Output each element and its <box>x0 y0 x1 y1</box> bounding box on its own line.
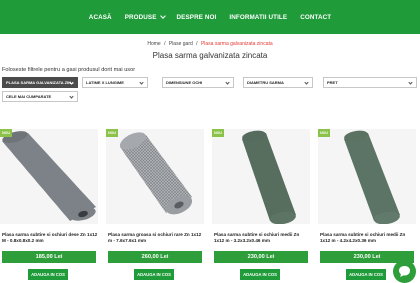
product-image[interactable]: NOU <box>318 129 416 224</box>
nav-label: INFORMATII UTILE <box>229 13 288 21</box>
nav-label: CONTACT <box>300 13 332 21</box>
product-price: 185,00 Lei <box>2 251 96 263</box>
filter-label: DIAMETRU SARMA <box>247 80 284 85</box>
chat-bubble-icon <box>399 266 410 277</box>
chevron-down-icon <box>69 94 74 99</box>
product-price: 260,00 Lei <box>108 251 202 263</box>
breadcrumb-home[interactable]: Home <box>147 41 160 47</box>
nav-label: DESPRE NOI <box>176 13 217 21</box>
new-badge: NOU <box>0 129 12 137</box>
product-title[interactable]: Plasa sarma groasa si ochiuri rare Zn 1x… <box>108 232 204 244</box>
nav-item-produse[interactable]: PRODUSE <box>124 13 166 21</box>
product-title[interactable]: Plasa sarma subtire si ochiuri medii Zn … <box>214 232 310 244</box>
top-navigation-bar: ACASĂ PRODUSE DESPRE NOI INFORMATII UTIL… <box>0 0 420 34</box>
product-price: 230,00 Lei <box>214 251 308 263</box>
breadcrumb-separator: / <box>164 41 166 47</box>
filter-label: PRET <box>327 80 338 85</box>
nav-item-informatii-utile[interactable]: INFORMATII UTILE <box>229 14 287 21</box>
nav-item-contact[interactable]: CONTACT <box>300 14 331 21</box>
add-to-cart-button[interactable]: ADAUGA IN COS <box>134 269 174 280</box>
filter-label: LATIME X LUNGIME <box>86 80 124 85</box>
filter-intro-text: Foloseste filtrele pentru a gasi produsu… <box>2 67 136 73</box>
chevron-down-icon <box>225 80 230 85</box>
add-to-cart-button[interactable]: ADAUGA IN COS <box>346 269 386 280</box>
add-to-cart-button[interactable]: ADAUGA IN COS <box>240 269 280 280</box>
chevron-down-icon <box>304 80 309 85</box>
filter-label: DIMENSIUNE OCHI <box>166 80 203 85</box>
chat-button[interactable] <box>393 260 416 283</box>
product-image[interactable]: NOU <box>212 129 310 224</box>
page-title: Plasa sarma galvanizata zincata <box>152 51 268 60</box>
filter-diametru-sarma[interactable]: DIAMETRU SARMA <box>243 77 313 88</box>
product-card[interactable]: NOU Plasa sarma subtire si ochiuri dese … <box>0 129 98 283</box>
new-badge: NOU <box>212 129 224 137</box>
nav-label: PRODUSE <box>124 13 157 21</box>
breadcrumb-current: Plasa sarma galvanizata zincata <box>200 41 273 47</box>
nav-label: ACASĂ <box>88 13 112 21</box>
nav-item-despre-noi[interactable]: DESPRE NOI <box>177 14 217 21</box>
breadcrumb-separator: / <box>196 41 198 47</box>
add-to-cart-button[interactable]: ADAUGA IN COS <box>28 269 68 280</box>
filter-label: CELE MAI CUMPARATE <box>6 94 52 99</box>
product-image[interactable]: NOU <box>0 129 98 224</box>
new-badge: NOU <box>106 129 118 137</box>
product-title[interactable]: Plasa sarma subtire si ochiuri medii Zn … <box>320 232 416 244</box>
wire-mesh-roll-image <box>2 131 96 221</box>
filter-product-type[interactable]: PLASA SARMA GALVANIZATA ZIN... <box>2 77 78 88</box>
product-title[interactable]: Plasa sarma subtire si ochiuri dese Zn 1… <box>2 232 98 244</box>
breadcrumb: Home / Plase gard / Plasa sarma galvaniz… <box>0 41 420 47</box>
chevron-down-icon <box>408 80 413 85</box>
filter-latime-lungime[interactable]: LATIME X LUNGIME <box>82 77 148 88</box>
chevron-down-icon <box>159 13 166 19</box>
filter-label: PLASA SARMA GALVANIZATA ZIN... <box>6 80 75 85</box>
nav-item-acasa[interactable]: ACASĂ <box>89 14 112 21</box>
product-card[interactable]: NOU Plasa sarma subtire si ochiuri medii… <box>212 129 310 283</box>
chevron-down-icon <box>139 80 144 85</box>
filter-dimensiune-ochi[interactable]: DIMENSIUNE OCHI <box>162 77 234 88</box>
product-image[interactable]: NOU <box>106 129 204 224</box>
wire-mesh-roll-image <box>119 132 193 215</box>
main-menu: ACASĂ PRODUSE DESPRE NOI INFORMATII UTIL… <box>0 0 420 34</box>
product-card[interactable]: NOU Plasa sarma groasa si ochiuri rare Z… <box>106 129 204 283</box>
breadcrumb-category[interactable]: Plase gard <box>169 41 193 47</box>
wire-mesh-roll-image <box>344 130 400 224</box>
wire-mesh-roll-image <box>242 130 296 224</box>
filter-pret[interactable]: PRET <box>323 77 417 88</box>
filter-cele-mai-cumparate[interactable]: CELE MAI CUMPARATE <box>2 91 78 102</box>
new-badge: NOU <box>318 129 330 137</box>
